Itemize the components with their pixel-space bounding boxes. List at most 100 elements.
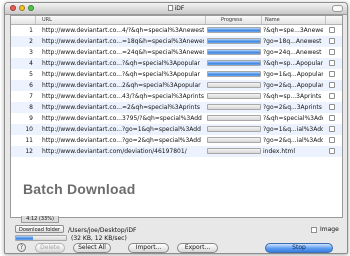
download-folder-button[interactable]: Download folder: [15, 225, 64, 233]
row-url: http://www.deviantart.co...=24q&h=specia…: [42, 49, 204, 56]
column-separator: [325, 16, 326, 24]
column-header-progress[interactable]: Progress: [221, 17, 242, 23]
table-row[interactable]: 2 http://www.deviantart.co...=18q&h=speci…: [11, 36, 342, 47]
row-filename: index.html: [263, 148, 295, 155]
table-row[interactable]: 5 http://www.deviantart.co...?&qh=special…: [11, 69, 342, 80]
row-number: 12: [25, 148, 33, 155]
stop-button[interactable]: Stop: [265, 243, 333, 253]
row-number: 2: [29, 38, 33, 45]
row-checkbox[interactable]: [329, 71, 335, 77]
row-filename: ?go=1&q...Apopular: [263, 71, 323, 78]
column-separator: [35, 16, 36, 24]
row-url: http://www.deviantart.co...43/?&qh=speci…: [42, 93, 204, 100]
row-filename: ?go=18q...Anewest: [263, 38, 322, 45]
row-number: 9: [29, 115, 33, 122]
download-speed: (32 KB, 12 KB/sec): [71, 235, 127, 242]
document-icon: [167, 5, 173, 11]
help-button[interactable]: ?: [17, 243, 26, 252]
row-progress-fill: [208, 61, 260, 65]
row-checkbox[interactable]: [329, 49, 335, 55]
column-header-url[interactable]: URL: [42, 17, 52, 23]
overall-progress-bar: [15, 235, 67, 241]
row-checkbox[interactable]: [329, 148, 335, 154]
row-url: http://www.deviantart.co...?&qh=special%…: [42, 60, 200, 67]
image-label: Image: [320, 226, 339, 233]
row-number: 10: [25, 126, 33, 133]
table-row[interactable]: 4 http://www.deviantart.co...?&qh=special…: [11, 58, 342, 69]
title-bar[interactable]: iDF: [5, 3, 347, 15]
row-url: http://www.deviantart.co...=18q&h=specia…: [42, 38, 204, 45]
row-progress-bar: [207, 38, 261, 44]
row-checkbox[interactable]: [329, 115, 335, 121]
row-filename: ?&qh=special%3Add: [263, 115, 323, 122]
row-filename: ?go=2&q...Apopular: [263, 82, 323, 89]
row-progress-bar: [207, 126, 261, 132]
row-checkbox[interactable]: [329, 82, 335, 88]
table-row[interactable]: 3 http://www.deviantart.co...=24q&h=speci…: [11, 47, 342, 58]
table-row[interactable]: 11 http://www.deviantart.co...?go=2&qh=sp…: [11, 135, 342, 146]
table-header: URL Progress Name: [11, 16, 342, 25]
download-table: URL Progress Name 1 http://www.deviantart…: [10, 15, 343, 218]
row-checkbox[interactable]: [329, 38, 335, 44]
row-url: http://www.deviantart.co...3795/?&qh=spe…: [42, 115, 202, 122]
row-filename: ?go=1&q...ial%3Add: [263, 126, 323, 133]
batch-download-banner: Batch Download: [23, 181, 136, 197]
image-checkbox[interactable]: [311, 227, 317, 233]
row-url: http://www.deviantart.co...?go=2&qh=spec…: [42, 137, 201, 144]
row-number: 7: [29, 93, 33, 100]
table-row[interactable]: 1 http://www.deviantart.co...4/?&qh=speci…: [11, 25, 342, 36]
toolbar-toggle-button[interactable]: [332, 5, 343, 12]
row-url: http://www.deviantart.co...2&qh=special%…: [42, 82, 201, 89]
row-progress-fill: [208, 28, 260, 32]
row-progress-bar: [207, 115, 261, 121]
row-progress-bar: [207, 137, 261, 143]
row-checkbox[interactable]: [329, 27, 335, 33]
row-progress-bar: [207, 49, 261, 55]
row-progress-bar: [207, 104, 261, 110]
row-checkbox[interactable]: [329, 137, 335, 143]
table-row[interactable]: 12 http://www.deviantart.com/deviation/46…: [11, 146, 342, 157]
row-url: http://www.deviantart.co...4/?&qh=specia…: [42, 27, 204, 34]
row-number: 1: [29, 27, 33, 34]
row-checkbox[interactable]: [329, 60, 335, 66]
row-filename: ?go=2&q...3Aprints: [263, 104, 322, 111]
status-counter: 4:12 (33%): [21, 216, 59, 223]
table-row[interactable]: 10 http://www.deviantart.co...?go=1&qh=sp…: [11, 124, 342, 135]
table-row[interactable]: 6 http://www.deviantart.co...2&qh=special…: [11, 80, 342, 91]
column-separator: [205, 16, 206, 24]
delete-button[interactable]: Delete: [35, 243, 65, 253]
row-filename: ?go=24q...Anewest: [263, 49, 322, 56]
column-header-name[interactable]: Name: [265, 17, 280, 23]
row-url: http://www.deviantart.co...?&qh=special%…: [42, 71, 200, 78]
table-row[interactable]: 7 http://www.deviantart.co...43/?&qh=spec…: [11, 91, 342, 102]
table-row[interactable]: 8 http://www.deviantart.co...=2&qh=specia…: [11, 102, 342, 113]
row-filename: ?&qh=sp...3Aprints: [263, 93, 322, 100]
row-checkbox[interactable]: [329, 93, 335, 99]
table-row[interactable]: 9 http://www.deviantart.co...3795/?&qh=sp…: [11, 113, 342, 124]
row-progress-bar: [207, 27, 261, 33]
row-number: 8: [29, 104, 33, 111]
row-number: 6: [29, 82, 33, 89]
row-url: http://www.deviantart.co...?go=1&qh=spec…: [42, 126, 201, 133]
window-title-text: iDF: [174, 5, 185, 12]
row-checkbox[interactable]: [329, 104, 335, 110]
row-filename: ?&qh=sp...Apopular: [263, 60, 323, 67]
row-filename: ?go=2&q...ial%3Add: [263, 137, 323, 144]
select-all-button[interactable]: Select All: [73, 243, 111, 253]
row-number: 4: [29, 60, 33, 67]
row-number: 5: [29, 71, 33, 78]
column-separator: [261, 16, 262, 24]
download-path: /Users/joe/Desktop/iDF: [68, 227, 137, 234]
row-progress-bar: [207, 93, 261, 99]
row-progress-bar: [207, 82, 261, 88]
row-progress-fill: [208, 50, 260, 54]
row-checkbox[interactable]: [329, 126, 335, 132]
row-url: http://www.deviantart.co...=2&qh=special…: [42, 104, 200, 111]
import-button[interactable]: Import...: [128, 243, 169, 253]
row-progress-fill: [208, 72, 260, 76]
row-number: 3: [29, 49, 33, 56]
overall-progress-fill: [16, 236, 33, 240]
row-progress-bar: [207, 60, 261, 66]
row-progress-bar: [207, 148, 261, 154]
export-button[interactable]: Export...: [177, 243, 218, 253]
